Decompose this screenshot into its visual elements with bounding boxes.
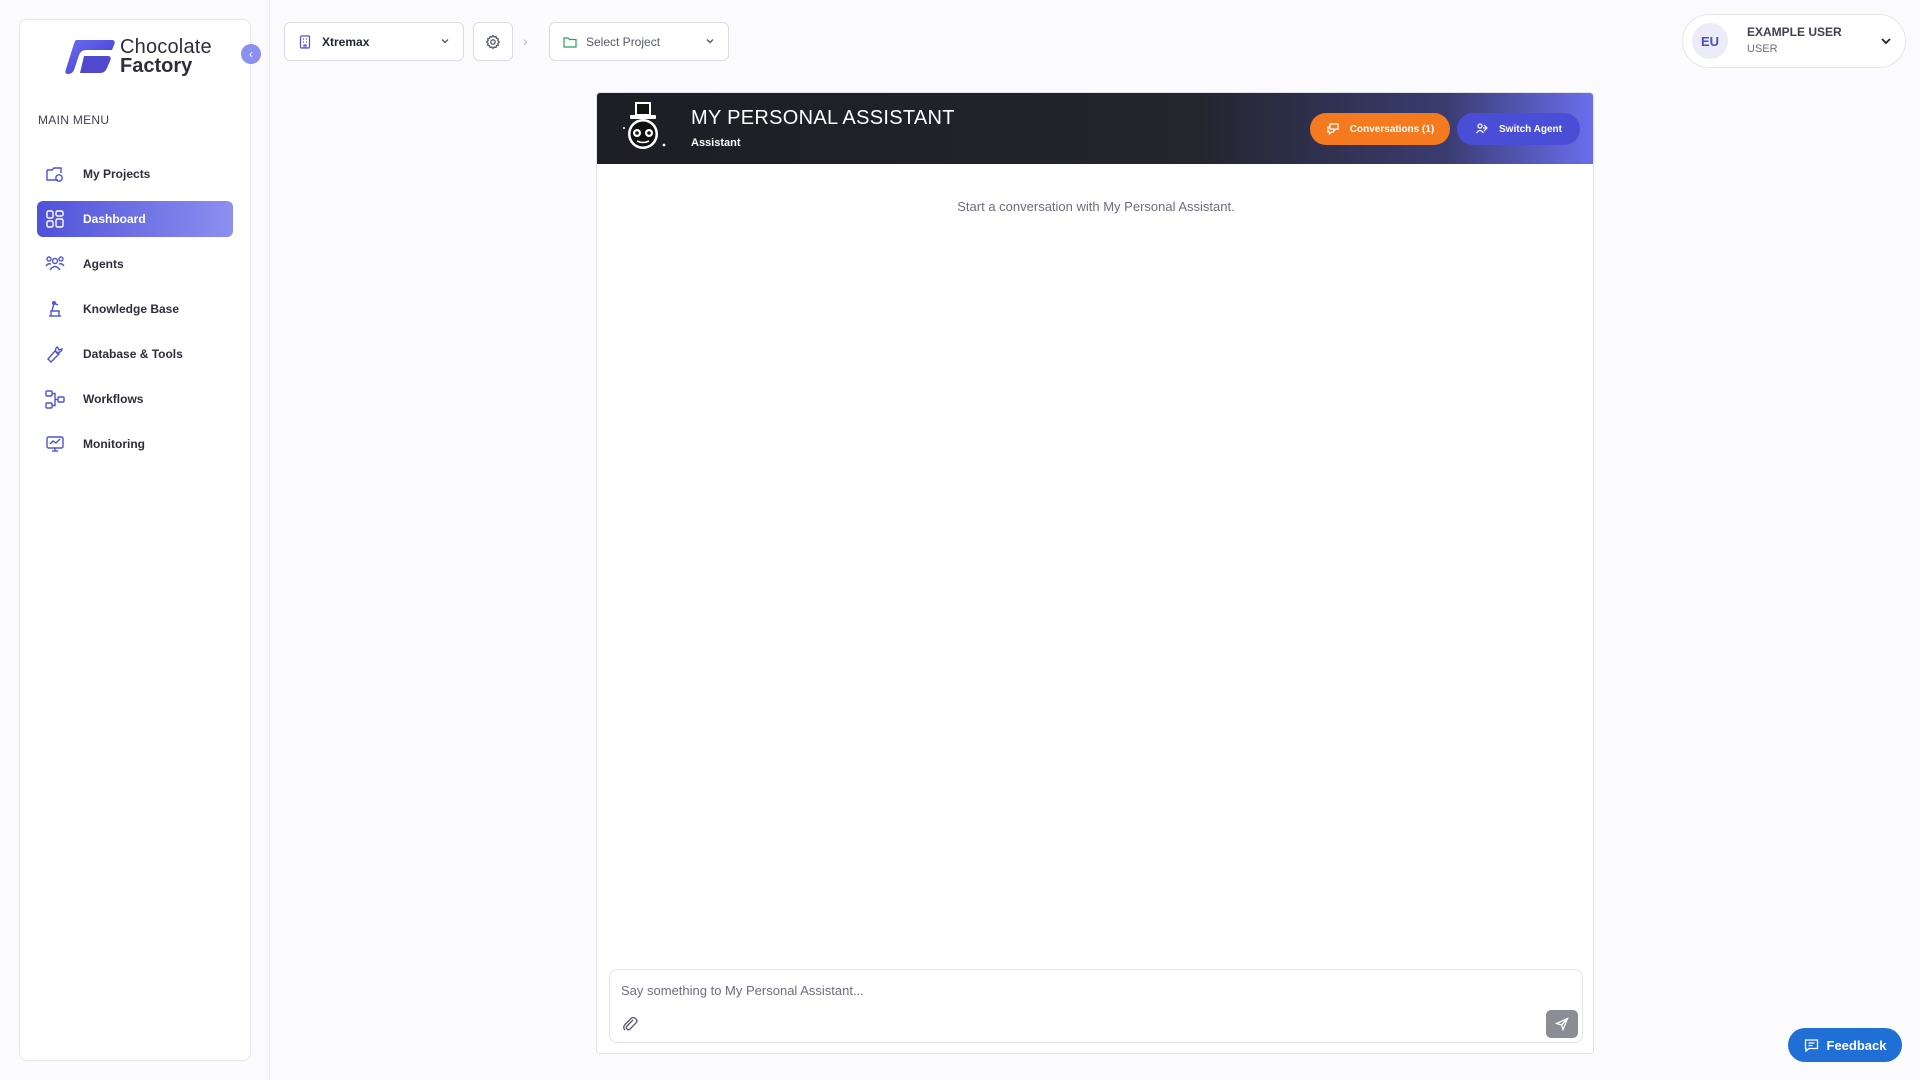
brand-name-line2: Factory xyxy=(120,55,193,77)
chevron-down-icon xyxy=(1881,38,1891,45)
sidebar-item-dashboard[interactable]: Dashboard xyxy=(37,201,233,237)
sidebar-item-label: Dashboard xyxy=(83,212,146,226)
agent-name: MY PERSONAL ASSISTANT xyxy=(691,107,955,129)
send-button[interactable] xyxy=(1546,1010,1578,1038)
project-selector[interactable]: Select Project xyxy=(549,22,729,61)
sidebar-item-my-projects[interactable]: My Projects xyxy=(37,156,233,192)
conversations-label: Conversations (1) xyxy=(1349,123,1435,135)
sidebar-item-database-tools[interactable]: Database & Tools xyxy=(37,336,233,372)
chat-panel: MY PERSONAL ASSISTANT Assistant Conversa… xyxy=(596,92,1594,1054)
projects-icon xyxy=(44,163,66,185)
user-menu[interactable]: EU EXAMPLE USER USER xyxy=(1682,14,1906,68)
sidebar-item-label: Knowledge Base xyxy=(83,302,180,316)
send-icon xyxy=(1555,1017,1569,1031)
monitoring-icon xyxy=(44,433,66,455)
main-menu: My Projects Dashboard Agents Knowledge B… xyxy=(37,156,233,471)
switch-agent-button[interactable]: Switch Agent xyxy=(1457,113,1580,145)
sidebar-item-label: My Projects xyxy=(83,167,151,181)
chevron-left-icon: ‹ xyxy=(249,47,253,61)
avatar: EU xyxy=(1692,23,1728,59)
chat-bubbles-icon xyxy=(1327,123,1339,136)
feedback-button[interactable]: Feedback xyxy=(1788,1028,1902,1062)
sidebar-item-label: Monitoring xyxy=(83,437,145,451)
user-name: EXAMPLE USER xyxy=(1747,25,1842,39)
organization-selector[interactable]: Xtremax xyxy=(284,22,464,61)
switch-agent-label: Switch Agent xyxy=(1499,123,1562,135)
dashboard-icon xyxy=(44,208,66,230)
chevron-down-icon xyxy=(706,39,714,44)
chevron-down-icon xyxy=(441,39,449,44)
sidebar-item-label: Workflows xyxy=(83,392,144,406)
robot-top-hat-avatar-icon xyxy=(623,102,666,149)
chat-header: MY PERSONAL ASSISTANT Assistant Conversa… xyxy=(597,93,1593,164)
message-input[interactable] xyxy=(621,978,1521,1002)
feedback-icon xyxy=(1804,1038,1818,1052)
wrench-icon xyxy=(44,343,66,365)
user-role: USER xyxy=(1747,43,1778,55)
sidebar-item-agents[interactable]: Agents xyxy=(37,246,233,282)
gear-icon xyxy=(485,33,501,50)
sidebar-item-label: Database & Tools xyxy=(83,347,183,361)
switch-agent-icon xyxy=(1476,123,1488,134)
agents-icon xyxy=(44,253,66,275)
collapse-sidebar-button[interactable]: ‹ xyxy=(241,44,261,64)
paperclip-icon[interactable] xyxy=(621,1015,639,1033)
settings-button[interactable] xyxy=(473,22,513,61)
conversations-button[interactable]: Conversations (1) xyxy=(1310,113,1450,145)
sidebar: Chocolate Factory ‹ MAIN MENU My Project… xyxy=(19,19,261,1061)
chocolate-factory-logo-icon xyxy=(65,40,115,74)
knowledge-base-icon xyxy=(44,298,66,320)
agent-role: Assistant xyxy=(691,137,741,149)
building-icon xyxy=(299,34,311,49)
brand-logo[interactable]: Chocolate Factory xyxy=(62,36,212,78)
feedback-label: Feedback xyxy=(1826,1037,1887,1053)
project-placeholder: Select Project xyxy=(586,34,661,49)
sidebar-item-knowledge-base[interactable]: Knowledge Base xyxy=(37,291,233,327)
message-composer xyxy=(609,969,1583,1043)
menu-title: MAIN MENU xyxy=(38,113,110,127)
workflows-icon xyxy=(44,388,66,410)
sidebar-item-workflows[interactable]: Workflows xyxy=(37,381,233,417)
organization-name: Xtremax xyxy=(322,34,370,49)
breadcrumb-separator-icon: › xyxy=(523,33,528,49)
folder-icon xyxy=(563,36,577,48)
empty-conversation-message: Start a conversation with My Personal As… xyxy=(957,199,1235,214)
sidebar-item-label: Agents xyxy=(83,257,124,271)
sidebar-item-monitoring[interactable]: Monitoring xyxy=(37,426,233,462)
sidebar-column: Chocolate Factory ‹ MAIN MENU My Project… xyxy=(0,0,270,1080)
